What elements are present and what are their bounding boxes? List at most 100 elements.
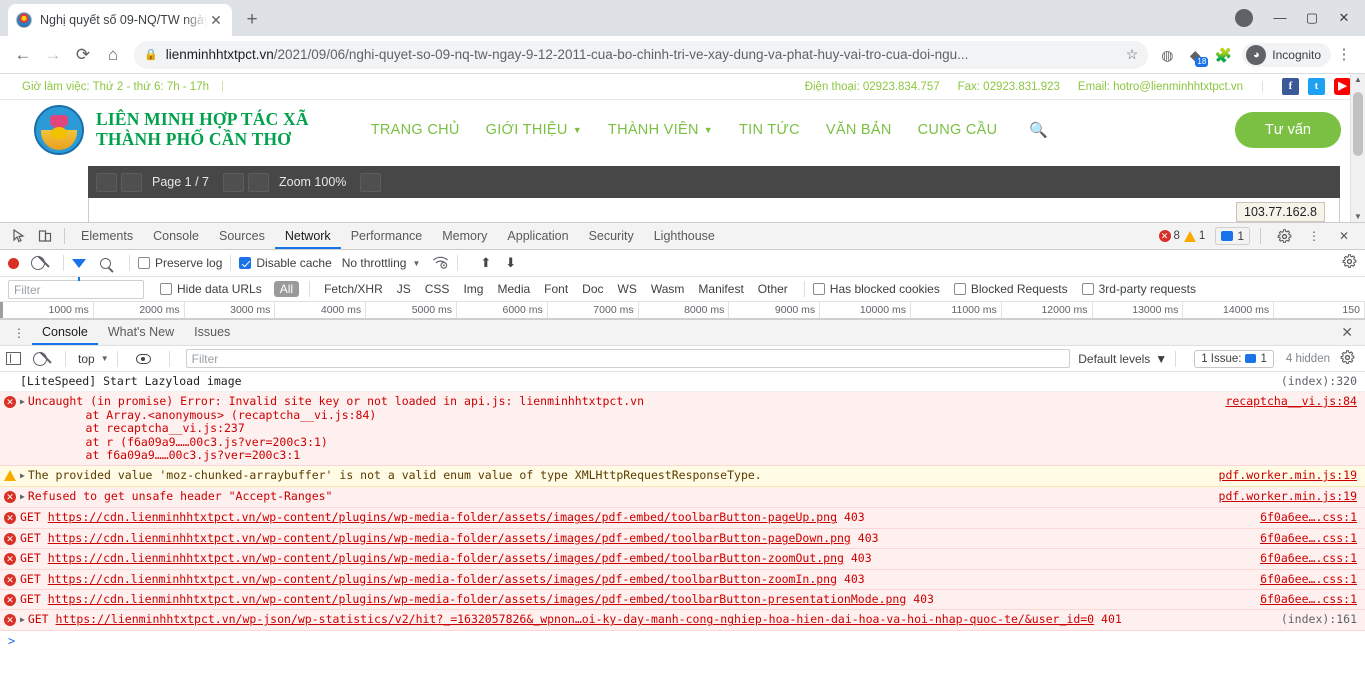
- tab-performance[interactable]: Performance: [341, 223, 433, 249]
- new-tab-button[interactable]: +: [238, 6, 266, 34]
- tab-console[interactable]: Console: [143, 223, 209, 249]
- facebook-icon[interactable]: f: [1282, 78, 1299, 95]
- scroll-up-icon[interactable]: ▲: [1351, 75, 1365, 84]
- tab-sources[interactable]: Sources: [209, 223, 275, 249]
- drawer-close-icon[interactable]: ✕: [1341, 324, 1365, 341]
- tab-network[interactable]: Network: [275, 223, 341, 249]
- clear-network-icon[interactable]: [31, 256, 45, 270]
- message-source[interactable]: 6f0a6ee….css:1: [1260, 572, 1357, 586]
- message-source[interactable]: 6f0a6ee….css:1: [1260, 592, 1357, 606]
- incognito-indicator[interactable]: ◕ Incognito: [1242, 42, 1331, 67]
- bookmark-star-icon[interactable]: ☆: [1126, 46, 1139, 63]
- consult-button[interactable]: Tư vấn: [1235, 112, 1341, 148]
- live-expression-icon[interactable]: [135, 353, 151, 364]
- chip-media[interactable]: Media: [491, 281, 536, 297]
- tab-security[interactable]: Security: [579, 223, 644, 249]
- console-settings-gear-icon[interactable]: [1340, 349, 1355, 368]
- window-close-button[interactable]: ✕: [1329, 3, 1359, 33]
- organization-logo-icon[interactable]: [34, 105, 84, 155]
- pdf-zoom-in-button[interactable]: [248, 172, 269, 192]
- chip-css[interactable]: CSS: [419, 281, 456, 297]
- nav-item-cung-cau[interactable]: CUNG CẦU: [918, 122, 998, 138]
- throttling-select[interactable]: No throttling ▼: [342, 256, 421, 270]
- tab-application[interactable]: Application: [497, 223, 578, 249]
- hide-data-urls-checkbox[interactable]: Hide data URLs: [160, 282, 262, 296]
- blocked-requests-checkbox[interactable]: Blocked Requests: [953, 282, 1068, 296]
- import-har-icon[interactable]: ⬆: [480, 255, 491, 271]
- console-message[interactable]: ▶ The provided value 'moz-chunked-arrayb…: [0, 466, 1365, 488]
- console-message[interactable]: ✕ GET https://cdn.lienminhhtxtpct.vn/wp-…: [0, 549, 1365, 570]
- chip-ws[interactable]: WS: [612, 281, 643, 297]
- extensions-puzzle-icon[interactable]: 🧩: [1210, 42, 1236, 68]
- device-toolbar-icon[interactable]: [32, 224, 58, 248]
- third-party-requests-checkbox[interactable]: 3rd-party requests: [1081, 282, 1196, 296]
- browser-menu-icon[interactable]: ⋮: [1331, 42, 1357, 68]
- network-filter-input[interactable]: Filter: [8, 279, 144, 299]
- disable-cache-checkbox[interactable]: Disable cache: [239, 256, 332, 270]
- expand-triangle-icon[interactable]: ▶: [20, 395, 25, 462]
- console-message[interactable]: ✕ ▶ GET https://lienminhhtxtpct.vn/wp-js…: [0, 610, 1365, 632]
- search-icon[interactable]: [100, 257, 111, 269]
- pdf-page-down-button[interactable]: [121, 172, 142, 192]
- clear-console-icon[interactable]: [33, 351, 47, 366]
- warning-counter[interactable]: 1: [1183, 230, 1205, 242]
- stack-line[interactable]: at recaptcha__vi.js:237: [28, 421, 1365, 435]
- message-source[interactable]: 6f0a6ee….css:1: [1260, 551, 1357, 565]
- message-source[interactable]: (index):161: [1281, 613, 1357, 627]
- expand-triangle-icon[interactable]: ▶: [20, 490, 25, 504]
- drawer-tab-console[interactable]: Console: [32, 320, 98, 345]
- console-prompt[interactable]: >: [0, 631, 1365, 652]
- youtube-icon[interactable]: ▶: [1334, 78, 1351, 95]
- address-bar[interactable]: 🔒 lienminhhtxtpct.vn/2021/09/06/nghi-quy…: [134, 40, 1149, 69]
- search-icon[interactable]: 🔍: [1029, 121, 1048, 139]
- request-url[interactable]: https://cdn.lienminhhtxtpct.vn/wp-conten…: [48, 572, 837, 586]
- issues-counter[interactable]: 1: [1215, 227, 1250, 245]
- chip-fetch-xhr[interactable]: Fetch/XHR: [318, 281, 389, 297]
- message-source[interactable]: 6f0a6ee….css:1: [1260, 531, 1357, 545]
- chip-doc[interactable]: Doc: [576, 281, 609, 297]
- chip-js[interactable]: JS: [391, 281, 417, 297]
- filter-icon[interactable]: [72, 258, 86, 281]
- chip-img[interactable]: Img: [457, 281, 489, 297]
- console-levels-select[interactable]: Default levels ▼: [1078, 352, 1167, 366]
- nav-item-tin-tuc[interactable]: TIN TỨC: [739, 122, 800, 138]
- record-button[interactable]: [8, 257, 19, 269]
- message-source[interactable]: pdf.worker.min.js:19: [1219, 490, 1357, 504]
- export-har-icon[interactable]: ⬇: [505, 255, 516, 271]
- drawer-more-icon[interactable]: ⋮: [6, 321, 32, 345]
- nav-item-van-ban[interactable]: VĂN BẢN: [826, 122, 892, 138]
- window-maximize-button[interactable]: ▢: [1297, 3, 1327, 33]
- stack-line[interactable]: at f6a09a9……00c3.js?ver=200c3:1: [28, 448, 1365, 462]
- preserve-log-checkbox[interactable]: Preserve log: [138, 256, 222, 270]
- profile-avatar-icon[interactable]: [1235, 9, 1253, 27]
- console-issues-button[interactable]: 1 Issue: 1: [1194, 349, 1274, 368]
- stack-line[interactable]: at Array.<anonymous> (recaptcha__vi.js:8…: [28, 408, 1365, 422]
- drawer-tab-issues[interactable]: Issues: [184, 320, 240, 345]
- has-blocked-cookies-checkbox[interactable]: Has blocked cookies: [812, 282, 940, 296]
- gear-icon[interactable]: [1271, 224, 1297, 248]
- back-icon[interactable]: ←: [8, 40, 38, 70]
- page-scrollbar[interactable]: ▲ ▼: [1350, 74, 1365, 222]
- chip-font[interactable]: Font: [538, 281, 574, 297]
- chip-manifest[interactable]: Manifest: [692, 281, 749, 297]
- forward-icon[interactable]: →: [38, 40, 68, 70]
- reload-icon[interactable]: ⟳: [68, 40, 98, 70]
- scrollbar-thumb[interactable]: [1353, 92, 1363, 156]
- pdf-page-up-button[interactable]: [96, 172, 117, 192]
- tab-lighthouse[interactable]: Lighthouse: [644, 223, 725, 249]
- tab-elements[interactable]: Elements: [71, 223, 143, 249]
- extension-icon-1[interactable]: ◍: [1154, 42, 1180, 68]
- stack-line[interactable]: at r (f6a09a9……00c3.js?ver=200c3:1): [28, 435, 1365, 449]
- console-message[interactable]: ✕ ▶ Uncaught (in promise) Error: Invalid…: [0, 392, 1365, 467]
- console-message-list[interactable]: [LiteSpeed] Start Lazyload image (index)…: [0, 372, 1365, 687]
- scroll-down-icon[interactable]: ▼: [1351, 212, 1365, 221]
- pdf-presentation-mode-button[interactable]: [360, 172, 382, 192]
- console-message[interactable]: ✕ GET https://cdn.lienminhhtxtpct.vn/wp-…: [0, 508, 1365, 529]
- console-message[interactable]: ✕ GET https://cdn.lienminhhtxtpct.vn/wp-…: [0, 590, 1365, 611]
- devtools-more-icon[interactable]: ⋮: [1301, 224, 1327, 248]
- browser-tab[interactable]: Nghị quyết số 09-NQ/TW ngày 9 ✕: [8, 4, 232, 36]
- message-source[interactable]: 6f0a6ee….css:1: [1260, 511, 1357, 525]
- inspect-element-icon[interactable]: [6, 224, 32, 248]
- request-url[interactable]: https://lienminhhtxtpct.vn/wp-json/wp-st…: [56, 612, 1095, 626]
- chip-other[interactable]: Other: [752, 281, 794, 297]
